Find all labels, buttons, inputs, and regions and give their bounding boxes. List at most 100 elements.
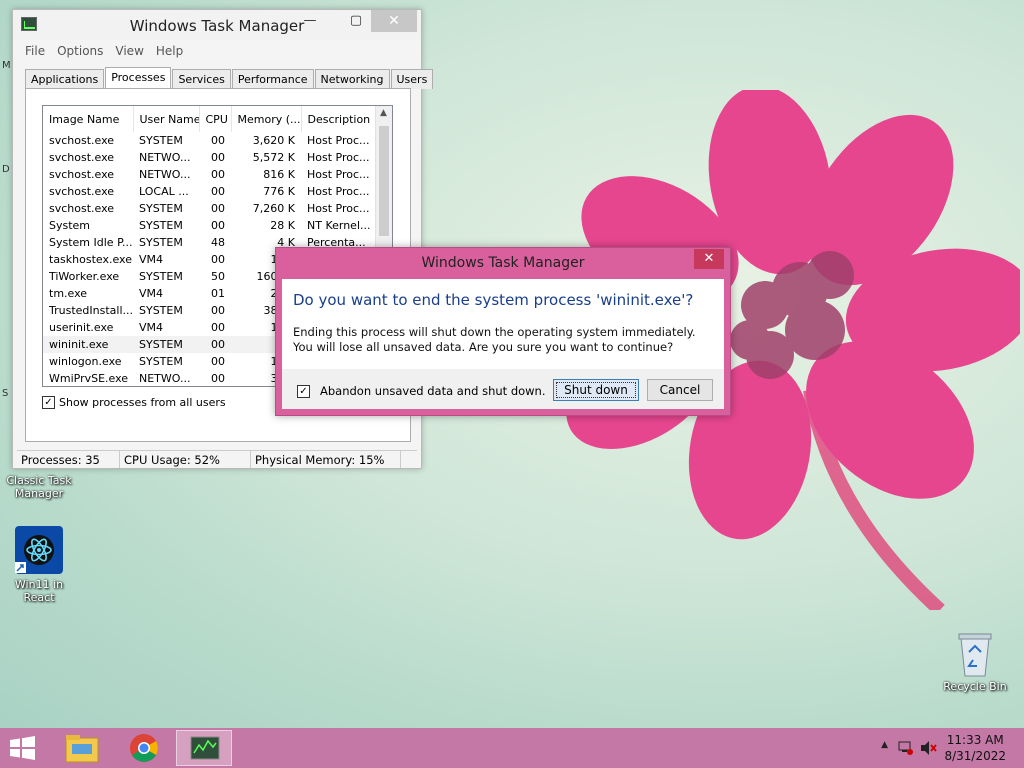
taskbar-task-manager[interactable] — [176, 730, 232, 766]
table-row[interactable]: svchost.exe SYSTEM 00 7,260 K Host Proc... — [43, 200, 375, 217]
dialog-message: Ending this process will shut down the o… — [293, 325, 696, 354]
taskbar-chrome[interactable] — [116, 730, 172, 766]
process-memory-cell: 7,260 K — [252, 202, 295, 215]
windows-logo-icon — [10, 736, 35, 760]
table-row[interactable]: System SYSTEM 00 28 K NT Kernel... — [43, 217, 375, 234]
desktop-icon-label: Classic Task Manager — [6, 474, 72, 500]
show-all-users-option[interactable]: ✓ Show processes from all users — [42, 396, 226, 409]
abandon-data-label: Abandon unsaved data and shut down. — [320, 384, 546, 398]
process-user-cell: NETWO... — [139, 168, 191, 181]
tab-networking[interactable]: Networking — [314, 69, 390, 89]
scroll-up-icon[interactable]: ▲ — [380, 108, 387, 118]
process-user-cell: SYSTEM — [139, 134, 183, 147]
abandon-data-checkbox[interactable]: ✓ — [297, 384, 310, 398]
maximize-button[interactable]: ▢ — [341, 10, 371, 32]
recycle-bin-icon — [955, 630, 995, 678]
volume-muted-icon[interactable] — [920, 740, 938, 756]
task-manager-titlebar[interactable]: Windows Task Manager — ▢ ✕ — [13, 10, 421, 40]
start-button[interactable] — [8, 736, 38, 760]
tab-users[interactable]: Users — [390, 69, 434, 89]
dialog-body: Do you want to end the system process 'w… — [282, 279, 724, 369]
process-description-cell: NT Kernel... — [307, 219, 371, 232]
process-cpu-cell: 00 — [211, 202, 225, 215]
table-row[interactable]: svchost.exe NETWO... 00 816 K Host Proc... — [43, 166, 375, 183]
network-icon[interactable] — [898, 740, 914, 756]
process-user-cell: SYSTEM — [139, 236, 183, 249]
process-name-cell: svchost.exe — [49, 134, 115, 147]
close-button[interactable]: ✕ — [371, 10, 417, 32]
desktop-icon-win11-react[interactable]: Win11 in React — [0, 526, 78, 604]
process-name-cell: WmiPrvSE.exe — [49, 372, 129, 385]
dialog-heading: Do you want to end the system process 'w… — [293, 291, 694, 309]
shutdown-button[interactable]: Shut down — [553, 379, 639, 401]
process-cpu-cell: 00 — [211, 304, 225, 317]
process-name-cell: svchost.exe — [49, 168, 115, 181]
process-name-cell: svchost.exe — [49, 185, 115, 198]
column-header-cpu[interactable]: CPU — [199, 106, 232, 132]
table-row[interactable]: svchost.exe LOCAL ... 00 776 K Host Proc... — [43, 183, 375, 200]
process-user-cell: SYSTEM — [139, 219, 183, 232]
folder-icon — [65, 735, 99, 763]
process-description-cell: Host Proc... — [307, 185, 370, 198]
react-icon — [15, 526, 63, 574]
tab-bar: Applications Processes Services Performa… — [25, 67, 434, 89]
process-name-cell: taskhostex.exe — [49, 253, 132, 266]
tab-processes[interactable]: Processes — [105, 67, 172, 89]
edge-label-3: S — [2, 388, 9, 399]
process-memory-cell: 776 K — [263, 185, 295, 198]
table-row[interactable]: svchost.exe NETWO... 00 5,572 K Host Proc... — [43, 149, 375, 166]
tab-services[interactable]: Services — [172, 69, 231, 89]
end-process-dialog: Windows Task Manager ✕ Do you want to en… — [275, 247, 731, 416]
column-header-memory[interactable]: Memory (... — [231, 106, 302, 132]
minimize-button[interactable]: — — [295, 10, 325, 32]
process-memory-cell: 28 K — [270, 219, 295, 232]
taskbar-file-explorer[interactable] — [54, 730, 110, 766]
process-cpu-cell: 48 — [211, 236, 225, 249]
process-description-cell: Host Proc... — [307, 134, 370, 147]
tab-applications[interactable]: Applications — [25, 69, 105, 89]
clock-time: 11:33 AM — [946, 733, 1004, 747]
process-name-cell: svchost.exe — [49, 151, 115, 164]
dialog-footer: ✓ Abandon unsaved data and shut down. Sh… — [282, 369, 724, 409]
process-user-cell: NETWO... — [139, 151, 191, 164]
edge-label-2: D — [2, 164, 10, 175]
process-user-cell: SYSTEM — [133, 336, 199, 353]
process-cpu-cell: 00 — [211, 355, 225, 368]
menu-options[interactable]: Options — [51, 44, 109, 58]
clock[interactable]: 11:33 AM 8/31/2022 — [944, 732, 1006, 764]
menu-bar: File Options View Help — [13, 40, 421, 62]
abandon-data-option[interactable]: ✓ Abandon unsaved data and shut down. — [297, 384, 546, 398]
column-header-user-name[interactable]: User Name — [133, 106, 200, 132]
menu-help[interactable]: Help — [150, 44, 189, 58]
process-memory-cell: 816 K — [263, 168, 295, 181]
show-hidden-icons-icon[interactable]: ▲ — [881, 740, 888, 750]
scrollbar-thumb[interactable] — [379, 126, 389, 236]
process-user-cell: VM4 — [139, 321, 164, 334]
process-name-cell: System — [49, 219, 91, 232]
process-user-cell: SYSTEM — [139, 202, 183, 215]
status-processes: Processes: 35 — [17, 451, 120, 468]
taskbar: ▲ 11:33 AM 8/31/2022 — [0, 728, 1024, 768]
desktop-icon-recycle-bin[interactable]: Recycle Bin — [936, 630, 1014, 693]
menu-file[interactable]: File — [19, 44, 51, 58]
table-row[interactable]: svchost.exe SYSTEM 00 3,620 K Host Proc... — [43, 132, 375, 149]
process-name-cell: userinit.exe — [49, 321, 114, 334]
desktop-icon-classic-task-manager[interactable]: Classic Task Manager — [0, 474, 78, 500]
column-header-description[interactable]: Description — [301, 106, 376, 132]
process-user-cell: VM4 — [139, 253, 164, 266]
menu-view[interactable]: View — [109, 44, 149, 58]
cancel-button[interactable]: Cancel — [647, 379, 713, 401]
show-all-users-checkbox[interactable]: ✓ — [42, 396, 55, 409]
process-cpu-cell: 00 — [211, 253, 225, 266]
process-name-cell: TiWorker.exe — [49, 270, 120, 283]
process-cpu-cell: 00 — [211, 372, 225, 385]
process-name-cell: svchost.exe — [49, 202, 115, 215]
chrome-icon — [130, 734, 158, 762]
status-cpu: CPU Usage: 52% — [120, 451, 251, 468]
process-name-cell: winlogon.exe — [49, 355, 122, 368]
column-header-image-name[interactable]: Image Name — [43, 106, 134, 132]
dialog-close-button[interactable]: ✕ — [694, 249, 724, 269]
tab-performance[interactable]: Performance — [231, 69, 314, 89]
process-user-cell: NETWO... — [139, 372, 191, 385]
process-cpu-cell: 00 — [199, 336, 231, 353]
